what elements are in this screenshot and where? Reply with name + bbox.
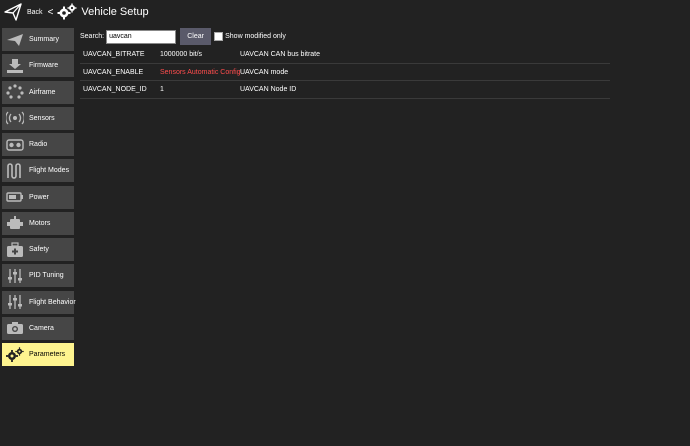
sidebar-item-camera[interactable]: Camera <box>2 316 74 340</box>
camera-icon <box>6 319 24 337</box>
search-bar: Search: Clear Show modified only <box>80 28 286 45</box>
sidebar-item-summary[interactable]: Summary <box>2 28 74 51</box>
sliders-icon <box>6 293 24 311</box>
sidebar-item-flight-modes[interactable]: Flight Modes <box>2 159 74 183</box>
back-button[interactable]: Back < <box>0 0 53 24</box>
table-row[interactable]: UAVCAN_BITRATE 1000000 bit/s UAVCAN CAN … <box>80 46 610 64</box>
show-modified-checkbox[interactable] <box>214 32 224 41</box>
sidebar-item-label: Summary <box>29 36 59 43</box>
search-label: Search: <box>80 33 105 40</box>
param-value: 1000000 bit/s <box>160 50 203 58</box>
param-description: UAVCAN mode <box>240 68 289 76</box>
search-input[interactable] <box>106 29 177 44</box>
sidebar-item-safety[interactable]: Safety <box>2 238 74 261</box>
param-value: 1 <box>160 86 164 94</box>
sidebar-item-label: Firmware <box>29 62 59 70</box>
sidebar-item-firmware[interactable]: Firmware <box>2 54 74 78</box>
sidebar-item-label: Flight Behavior <box>29 298 76 306</box>
sidebar-item-label: Radio <box>29 141 48 148</box>
safety-icon <box>6 241 24 259</box>
sliders-icon <box>6 267 24 285</box>
radio-icon <box>6 136 24 154</box>
airframe-icon <box>6 83 24 101</box>
sidebar-item-pid-tuning[interactable]: PID Tuning <box>2 264 74 288</box>
sidebar-item-label: Sensors <box>29 114 55 122</box>
firmware-download-icon <box>6 57 24 75</box>
show-modified-label: Show modified only <box>225 33 286 40</box>
param-description: UAVCAN Node ID <box>240 86 297 94</box>
sidebar-item-motors[interactable]: Motors <box>2 211 74 235</box>
sidebar-item-label: Motors <box>29 219 51 227</box>
paper-plane-back-icon <box>4 3 22 21</box>
battery-icon <box>6 188 24 206</box>
param-description: UAVCAN CAN bus bitrate <box>240 50 321 58</box>
parameter-table: UAVCAN_BITRATE 1000000 bit/s UAVCAN CAN … <box>80 46 610 100</box>
param-name: UAVCAN_NODE_ID <box>83 86 147 94</box>
sidebar-item-label: Camera <box>29 324 54 332</box>
setup-sidebar: Summary Firmware Airframe Sensors Radio … <box>2 28 76 369</box>
table-row[interactable]: UAVCAN_ENABLE Sensors Automatic Config U… <box>80 64 610 82</box>
page-title: Vehicle Setup <box>81 6 149 18</box>
breadcrumb-separator: < <box>47 6 54 18</box>
top-bar: Back < Vehicle Setup <box>0 0 690 24</box>
param-name: UAVCAN_BITRATE <box>83 50 145 58</box>
sidebar-item-label: Power <box>29 193 49 201</box>
param-name: UAVCAN_ENABLE <box>83 68 144 76</box>
sidebar-item-radio[interactable]: Radio <box>2 133 74 156</box>
param-value: Sensors Automatic Config <box>160 68 241 76</box>
motor-icon <box>6 214 24 232</box>
sidebar-item-airframe[interactable]: Airframe <box>2 80 74 104</box>
sidebar-item-label: Safety <box>29 246 49 253</box>
sensors-icon <box>6 109 24 127</box>
gears-icon <box>57 3 77 21</box>
sidebar-item-sensors[interactable]: Sensors <box>2 106 74 130</box>
sidebar-item-parameters[interactable]: Parameters <box>2 343 74 366</box>
flight-modes-icon <box>6 162 24 180</box>
sidebar-item-flight-behavior[interactable]: Flight Behavior <box>2 290 76 314</box>
sidebar-item-label: Flight Modes <box>29 167 70 175</box>
gears-icon <box>6 346 24 364</box>
sidebar-item-label: PID Tuning <box>29 272 64 280</box>
table-row[interactable]: UAVCAN_NODE_ID 1 UAVCAN Node ID <box>80 81 610 100</box>
sidebar-item-power[interactable]: Power <box>2 185 74 209</box>
sidebar-item-label: Parameters <box>29 351 66 358</box>
clear-button[interactable]: Clear <box>180 28 212 45</box>
plane-icon <box>6 31 24 49</box>
back-label: Back <box>27 8 43 16</box>
sidebar-item-label: Airframe <box>29 88 56 96</box>
